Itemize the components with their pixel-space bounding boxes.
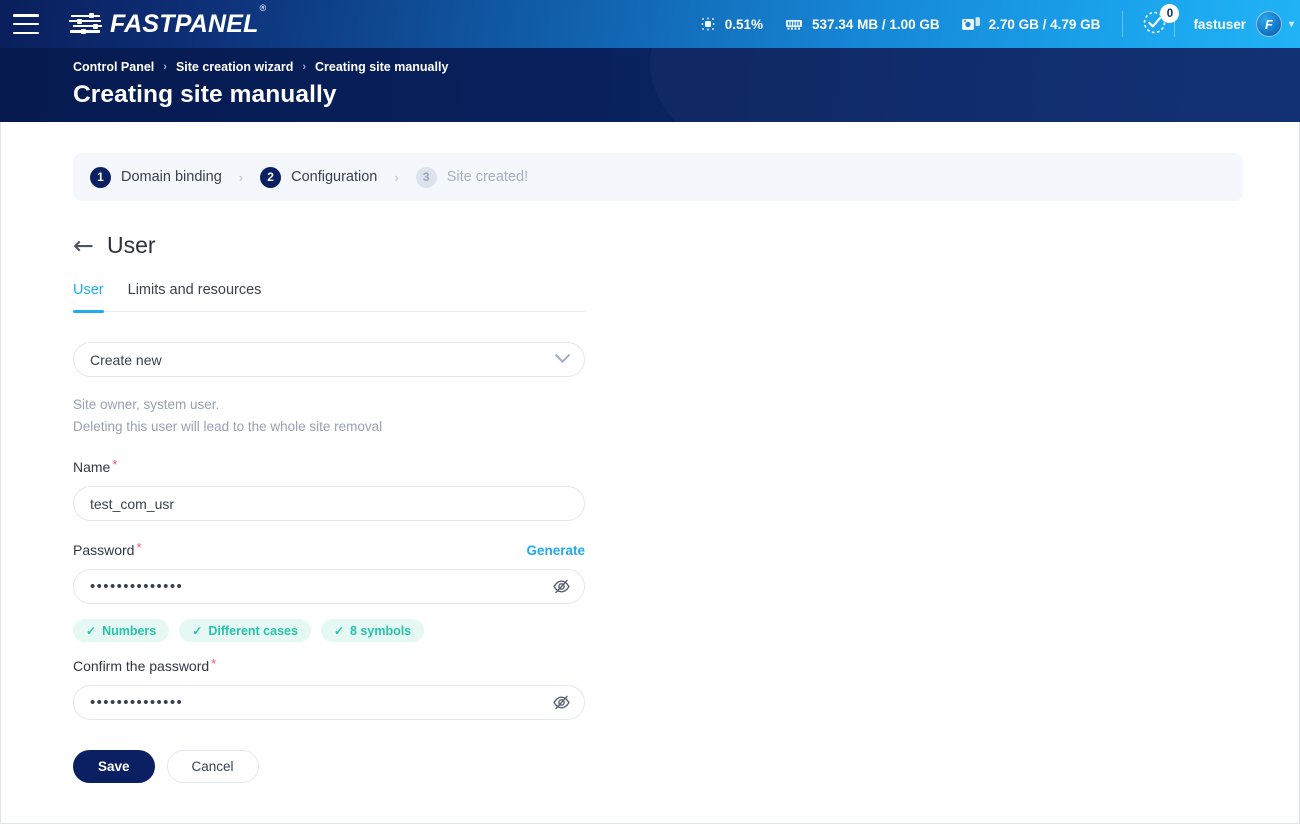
required-mark: * (211, 656, 217, 671)
user-panel: ← User User Limits and resources Create … (1, 232, 1299, 783)
hamburger-line (13, 22, 39, 26)
section-header: ← User (73, 232, 1227, 259)
hamburger-menu-icon[interactable] (13, 14, 39, 34)
breadcrumb-item-control-panel[interactable]: Control Panel (73, 60, 154, 74)
step-label: Configuration (291, 169, 378, 185)
confirm-password-label-wrap: Confirm the password * (73, 656, 217, 676)
confirm-password-input[interactable] (73, 685, 585, 720)
brand-trademark: ® (259, 3, 267, 14)
check-icon: ✓ (86, 623, 97, 638)
user-form: Create new Site owner, system user. Dele… (73, 342, 585, 783)
page-banner: Control Panel › Site creation wizard › C… (0, 48, 1300, 122)
notification-count-badge: 0 (1160, 4, 1180, 23)
name-label-wrap: Name * (73, 457, 118, 477)
top-bar: FASTPANEL® 0.51% 537.34 MB / 1.00 GB 2.7… (0, 0, 1300, 48)
step-label: Domain binding (121, 169, 222, 185)
password-input[interactable] (73, 569, 585, 604)
password-rule-label: 8 symbols (350, 623, 412, 638)
required-mark: * (136, 540, 142, 555)
arrow-left-icon[interactable]: ← (73, 233, 94, 258)
breadcrumb-separator-icon: › (163, 61, 167, 73)
name-input[interactable] (73, 486, 585, 521)
tab-bar: User Limits and resources (73, 282, 585, 313)
tab-user[interactable]: User (73, 282, 104, 313)
breadcrumb-item-site-creation-wizard[interactable]: Site creation wizard (176, 60, 293, 74)
name-input-wrap (73, 486, 585, 521)
fastpanel-mark-icon (69, 13, 103, 35)
save-button[interactable]: Save (73, 750, 155, 783)
password-input-wrap (73, 569, 585, 604)
user-mode-hint-line-1: Site owner, system user. (73, 397, 220, 412)
step-number: 3 (415, 166, 437, 188)
generate-password-link[interactable]: Generate (526, 543, 585, 558)
breadcrumb: Control Panel › Site creation wizard › C… (73, 60, 1300, 74)
disk-value: 2.70 GB / 4.79 GB (988, 16, 1101, 32)
brand-logo[interactable]: FASTPANEL® (69, 4, 266, 38)
wizard-step-configuration[interactable]: 2 Configuration (260, 166, 378, 188)
password-label: Password (73, 542, 135, 558)
page-title: Creating site manually (73, 81, 337, 108)
password-rule-8-symbols: ✓ 8 symbols (320, 619, 425, 642)
password-rule-label: Different cases (208, 623, 298, 638)
name-field-group: Name * (73, 457, 585, 521)
wizard-step-domain-binding[interactable]: 1 Domain binding (90, 166, 222, 188)
password-label-row: Password * Generate (73, 540, 585, 560)
confirm-password-label: Confirm the password (73, 658, 210, 674)
chevron-down-icon (554, 347, 571, 364)
step-label: Site created! (446, 169, 529, 185)
ram-stat[interactable]: 537.34 MB / 1.00 GB (785, 17, 940, 32)
check-icon: ✓ (333, 623, 344, 638)
user-mode-select-value: Create new (90, 351, 162, 368)
eye-off-icon[interactable] (552, 569, 571, 604)
top-bar-right: 0.51% 537.34 MB / 1.00 GB 2.70 GB / 4.79… (700, 0, 1300, 48)
ram-icon (785, 17, 803, 31)
user-menu[interactable]: fastuser F ▾ (1193, 11, 1294, 37)
breadcrumb-separator-icon: › (302, 61, 307, 73)
wizard-stepper: 1 Domain binding › 2 Configuration › 3 S… (73, 153, 1243, 201)
name-label: Name (73, 459, 111, 475)
step-separator-icon: › (238, 169, 244, 185)
required-mark: * (112, 457, 118, 472)
confirm-password-field-group: Confirm the password * (73, 656, 585, 720)
cpu-icon (700, 16, 716, 32)
notifications-button[interactable]: 0 (1141, 4, 1180, 39)
password-rules: ✓ Numbers ✓ Different cases ✓ 8 symbols (73, 619, 585, 642)
content-area: 1 Domain binding › 2 Configuration › 3 S… (0, 122, 1300, 824)
step-separator-icon: › (394, 169, 399, 185)
hamburger-line (13, 31, 39, 34)
password-field-group: Password * Generate (73, 540, 585, 604)
check-icon: ✓ (192, 623, 203, 638)
tab-limits-and-resources[interactable]: Limits and resources (128, 282, 262, 311)
cpu-stat[interactable]: 0.51% (700, 16, 763, 32)
confirm-password-input-wrap (73, 685, 585, 720)
password-rule-different-cases: ✓ Different cases (179, 619, 311, 642)
cancel-button[interactable]: Cancel (166, 750, 259, 783)
eye-off-icon[interactable] (552, 685, 571, 720)
username-label: fastuser (1193, 16, 1246, 32)
disk-icon (961, 16, 980, 32)
brand-name: FASTPANEL® (110, 4, 266, 38)
cpu-value: 0.51% (724, 16, 764, 32)
step-number: 2 (260, 166, 282, 188)
name-label-row: Name * (73, 457, 585, 477)
disk-stat[interactable]: 2.70 GB / 4.79 GB (961, 16, 1101, 32)
avatar: F (1255, 11, 1282, 37)
step-number: 1 (90, 166, 111, 188)
password-rule-label: Numbers (102, 623, 157, 638)
password-label-wrap: Password * (73, 540, 142, 560)
hamburger-line (13, 14, 39, 17)
user-mode-select[interactable]: Create new (73, 342, 585, 377)
chevron-down-icon: ▾ (1288, 18, 1294, 30)
breadcrumb-item-creating-site-manually[interactable]: Creating site manually (315, 60, 448, 74)
user-mode-hint: Site owner, system user. Deleting this u… (73, 394, 585, 438)
password-rule-numbers: ✓ Numbers (73, 619, 170, 642)
section-title: User (106, 232, 156, 258)
user-mode-hint-line-2: Deleting this user will lead to the whol… (73, 419, 383, 434)
top-bar-divider (1122, 11, 1124, 37)
ram-value: 537.34 MB / 1.00 GB (812, 16, 940, 32)
wizard-step-site-created: 3 Site created! (415, 166, 529, 188)
form-actions: Save Cancel (73, 750, 585, 783)
brand-word: FASTPANEL (110, 9, 259, 38)
confirm-password-label-row: Confirm the password * (73, 656, 585, 676)
